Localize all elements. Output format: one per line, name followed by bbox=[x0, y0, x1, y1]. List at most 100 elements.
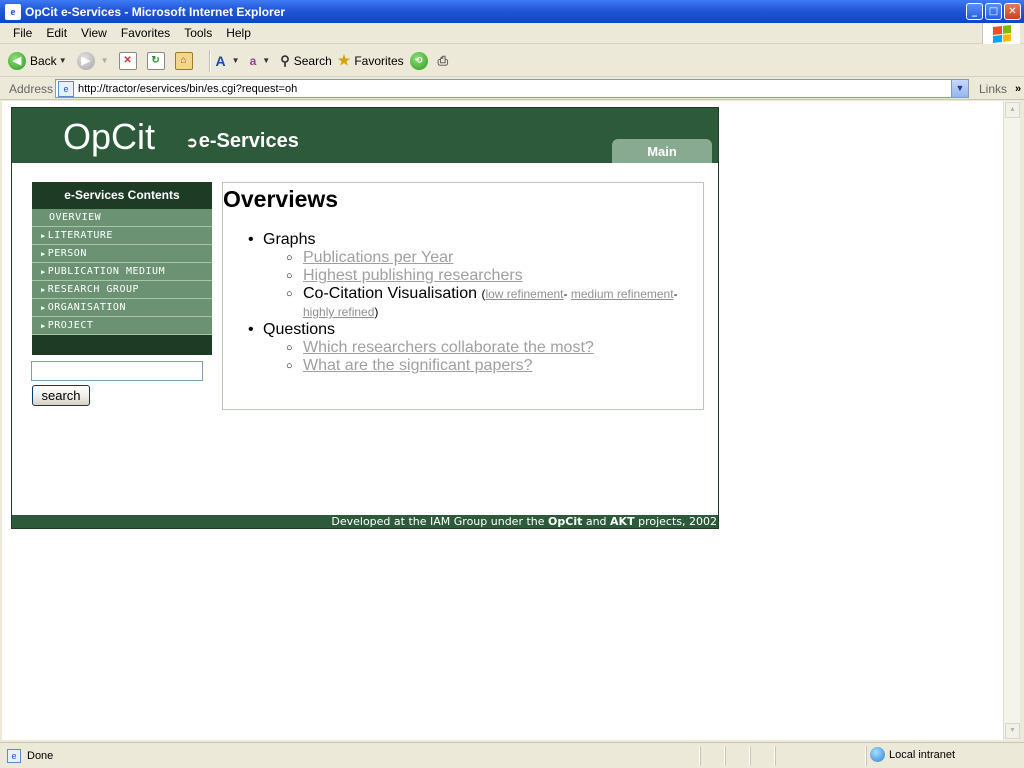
sidebar-item-label: Organisation bbox=[47, 302, 126, 313]
triangle-icon: ▶ bbox=[41, 304, 46, 312]
history-button[interactable]: ⟲ bbox=[409, 51, 432, 70]
status-divider bbox=[775, 746, 776, 766]
significant-papers-link[interactable]: What are the significant papers? bbox=[303, 357, 532, 374]
menu-tools[interactable]: Tools bbox=[177, 26, 219, 40]
menu-view[interactable]: View bbox=[74, 26, 114, 40]
toolbar-separator bbox=[208, 49, 210, 72]
address-input[interactable]: e http://tractor/eservices/bin/es.cgi?re… bbox=[55, 79, 969, 98]
page-done-icon: e bbox=[7, 748, 21, 763]
publications-per-year-link[interactable]: Publications per Year bbox=[303, 249, 453, 266]
ie-icon: e bbox=[5, 3, 21, 20]
print-button[interactable]: ⎙ bbox=[438, 52, 452, 70]
browser-viewport: OpCit ➲e-Services Main e-Services Conten… bbox=[2, 101, 1003, 740]
page-icon: e bbox=[58, 80, 74, 97]
toolbar: ◀ Back ▼ ▶ ▼ ✕ ↻ ⌂ A ▼ a ▼ ⚲ Search ★ Fa… bbox=[0, 45, 1024, 77]
stop-button[interactable]: ✕ bbox=[118, 51, 141, 70]
list-item: What are the significant papers? bbox=[286, 357, 678, 375]
list-item: Highest publishing researchers bbox=[286, 267, 678, 285]
title-bar: e OpCit e-Services - Microsoft Internet … bbox=[0, 0, 1024, 23]
list-item: Which researchers collaborate the most? bbox=[286, 339, 678, 357]
status-divider bbox=[866, 746, 867, 766]
links-label[interactable]: Links bbox=[979, 82, 1007, 96]
opcit-logo: OpCit bbox=[63, 116, 156, 157]
sidebar-item-project[interactable]: ▶ Project bbox=[32, 317, 212, 335]
vertical-scrollbar[interactable]: ▲ ▼ bbox=[1003, 101, 1020, 740]
footer-suffix: projects, 2002 bbox=[634, 515, 717, 528]
triangle-icon: ▶ bbox=[41, 268, 46, 276]
encoding-icon: a bbox=[249, 53, 257, 68]
page-footer: Developed at the IAM Group under the OpC… bbox=[12, 515, 718, 528]
home-icon: ⌂ bbox=[174, 51, 193, 70]
questions-label: Questions bbox=[263, 321, 336, 338]
list-item-questions: Questions Which researchers collaborate … bbox=[248, 321, 678, 375]
encoding-button[interactable]: a ▼ bbox=[250, 52, 275, 70]
sidebar-item-label: Overview bbox=[49, 212, 102, 223]
highly-refined-link[interactable]: highly refined bbox=[303, 305, 374, 319]
search-input[interactable] bbox=[31, 361, 203, 381]
sidebar-item-organisation[interactable]: ▶ Organisation bbox=[32, 299, 212, 317]
menu-bar: File Edit View Favorites Tools Help bbox=[0, 23, 1024, 44]
back-button[interactable]: ◀ Back ▼ bbox=[8, 51, 71, 70]
status-text: Done bbox=[27, 749, 54, 762]
opcit-page: OpCit ➲e-Services Main e-Services Conten… bbox=[11, 107, 719, 529]
maximize-button[interactable]: □ bbox=[985, 3, 1002, 20]
forward-arrow-icon: ▶ bbox=[76, 51, 95, 70]
search-button[interactable]: search bbox=[32, 385, 90, 406]
address-dropdown-icon[interactable]: ▼ bbox=[951, 80, 968, 97]
star-icon: ★ bbox=[337, 52, 351, 68]
menu-help[interactable]: Help bbox=[219, 26, 258, 40]
status-divider bbox=[750, 746, 751, 766]
scroll-up-icon[interactable]: ▲ bbox=[1005, 102, 1020, 118]
separator-2: - bbox=[673, 287, 678, 301]
windows-flag-icon bbox=[992, 24, 1011, 43]
footer-prefix: Developed at the IAM Group under the bbox=[331, 515, 549, 528]
back-dropdown-icon[interactable]: ▼ bbox=[59, 56, 67, 65]
menu-favorites[interactable]: Favorites bbox=[114, 26, 177, 40]
close-button[interactable]: ✕ bbox=[1004, 3, 1021, 20]
sidebar-item-overview[interactable]: Overview bbox=[32, 209, 212, 227]
text-size-dropdown-icon[interactable]: ▼ bbox=[232, 56, 240, 65]
sidebar-item-label: Person bbox=[47, 248, 87, 259]
sidebar-item-person[interactable]: ▶ Person bbox=[32, 245, 212, 263]
medium-refinement-link[interactable]: medium refinement bbox=[571, 287, 674, 301]
sidebar-item-publication-medium[interactable]: ▶ Publication Medium bbox=[32, 263, 212, 281]
sidebar-item-research-group[interactable]: ▶ Research Group bbox=[32, 281, 212, 299]
scroll-down-icon[interactable]: ▼ bbox=[1005, 723, 1020, 739]
text-size-button[interactable]: A ▼ bbox=[216, 52, 244, 70]
cocitation-label: Co-Citation Visualisation bbox=[303, 285, 478, 302]
sidebar-item-label: Project bbox=[47, 320, 94, 331]
sidebar-item-literature[interactable]: ▶ Literature bbox=[32, 227, 212, 245]
font-size-icon: A bbox=[215, 52, 226, 69]
home-button[interactable]: ⌂ bbox=[174, 51, 197, 70]
zone-label: Local intranet bbox=[889, 748, 956, 761]
links-chevron-icon[interactable]: » bbox=[1015, 83, 1021, 95]
status-divider bbox=[700, 746, 701, 766]
address-label: Address bbox=[9, 81, 54, 96]
address-url[interactable]: http://tractor/eservices/bin/es.cgi?requ… bbox=[78, 83, 297, 95]
questions-list: Which researchers collaborate the most? … bbox=[286, 339, 678, 375]
eservices-label: e-Services bbox=[198, 130, 299, 152]
menu-file[interactable]: File bbox=[6, 26, 39, 40]
low-refinement-link[interactable]: low refinement bbox=[485, 287, 563, 301]
tab-main[interactable]: Main bbox=[612, 139, 712, 163]
favorites-toolbar-button[interactable]: ★ Favorites bbox=[338, 52, 404, 70]
search-toolbar-button[interactable]: ⚲ Search bbox=[280, 52, 332, 70]
refresh-button[interactable]: ↻ bbox=[146, 51, 169, 70]
printer-icon: ⎙ bbox=[437, 52, 449, 68]
eservices-title: ➲e-Services bbox=[186, 130, 299, 153]
minimize-button[interactable]: _ bbox=[966, 3, 983, 20]
history-icon: ⟲ bbox=[409, 51, 428, 70]
triangle-icon: ▶ bbox=[41, 250, 46, 258]
sidebar-footer bbox=[32, 335, 212, 355]
search-label: Search bbox=[293, 53, 332, 68]
forward-dropdown-icon[interactable]: ▼ bbox=[101, 56, 109, 65]
favorites-label: Favorites bbox=[354, 53, 404, 68]
encoding-dropdown-icon[interactable]: ▼ bbox=[262, 56, 270, 65]
forward-button[interactable]: ▶ ▼ bbox=[76, 51, 113, 70]
menu-edit[interactable]: Edit bbox=[39, 26, 74, 40]
collaborate-most-link[interactable]: Which researchers collaborate the most? bbox=[303, 339, 594, 356]
footer-opcit: OpCit bbox=[548, 515, 583, 528]
sidebar-item-label: Publication Medium bbox=[47, 266, 166, 277]
back-arrow-icon: ◀ bbox=[8, 51, 26, 70]
highest-publishing-researchers-link[interactable]: Highest publishing researchers bbox=[303, 267, 523, 284]
